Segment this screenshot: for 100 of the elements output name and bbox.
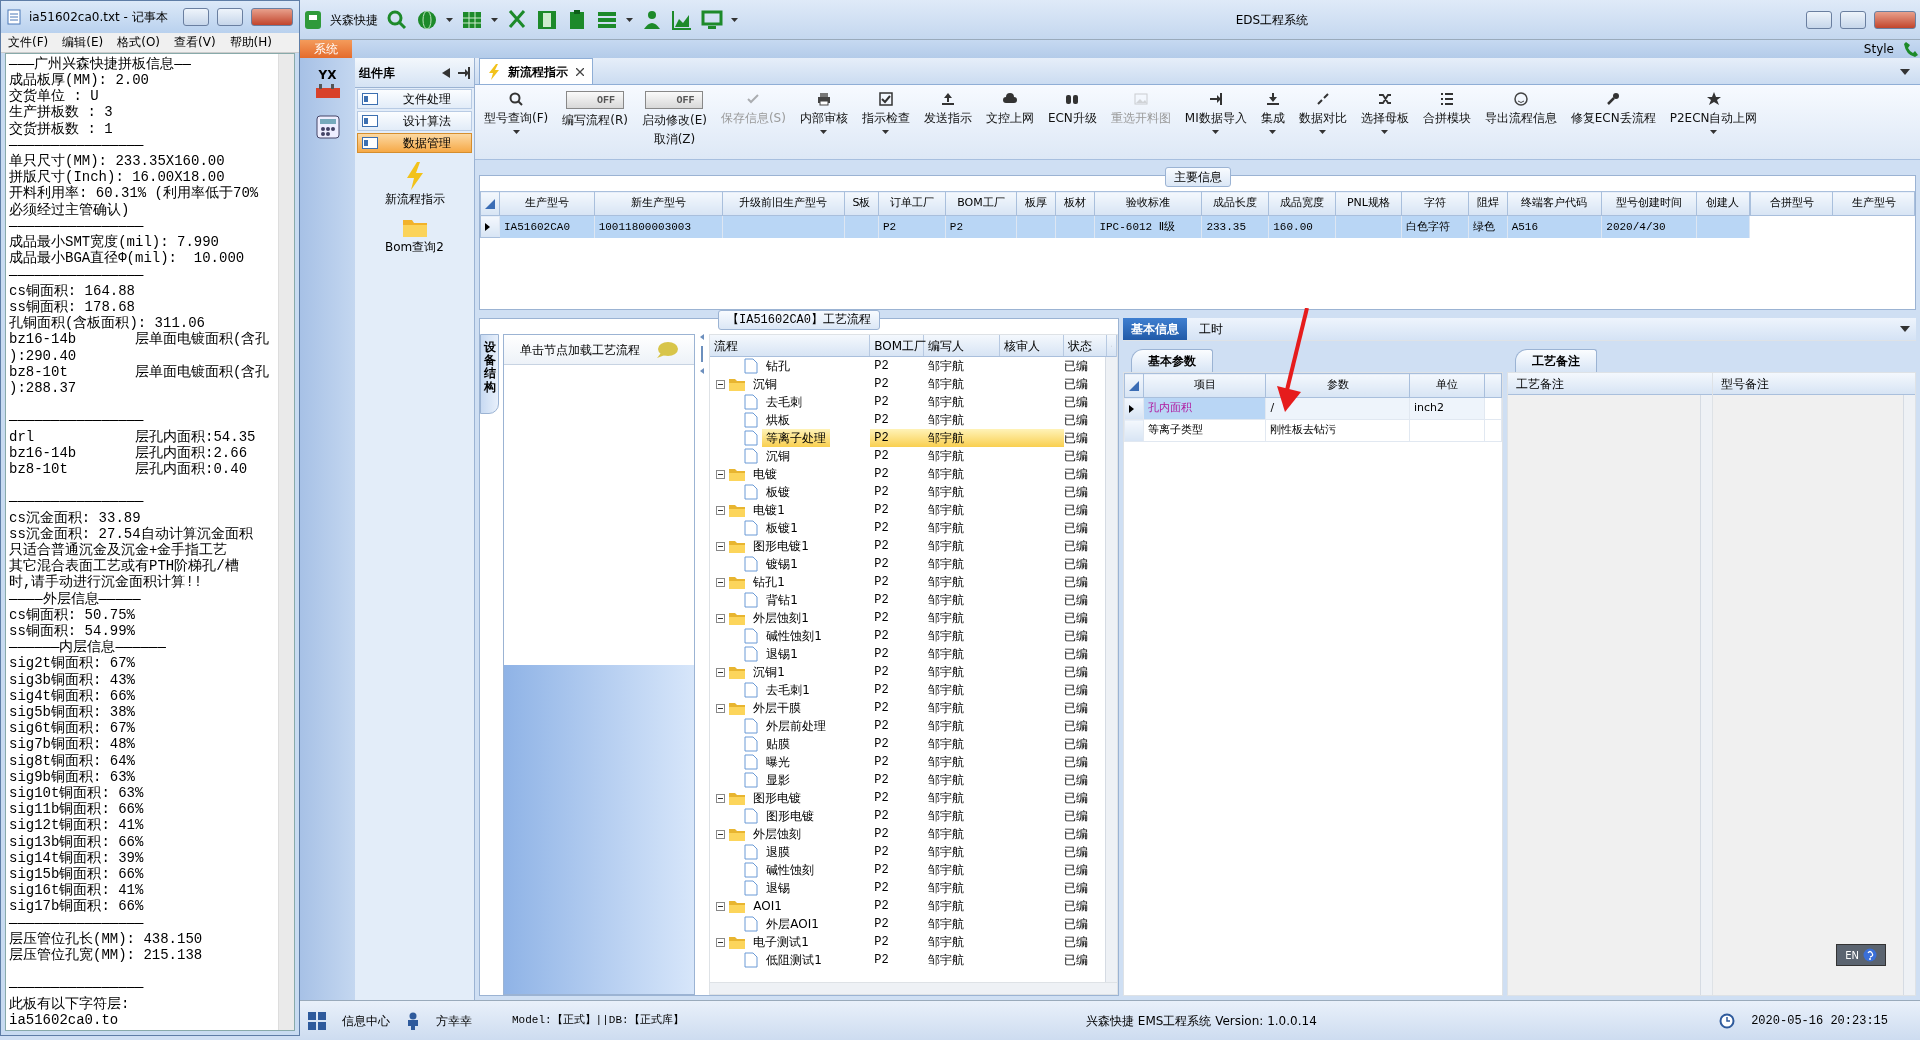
menu-item[interactable]: 查看(V) [167, 31, 223, 54]
column-header[interactable]: 合拼型号 [1750, 191, 1833, 216]
person-icon[interactable] [641, 8, 663, 31]
tree-row[interactable]: 电镀 P2 邹宇航 已编 [710, 465, 1105, 483]
collapse-icon[interactable] [716, 505, 726, 515]
launcher-label[interactable]: 新流程指示 [384, 190, 445, 208]
tree-row[interactable]: 去毛刺 P2 邹宇航 已编 [710, 393, 1105, 411]
table-row[interactable]: 孔内面积 / inch2 [1124, 397, 1502, 420]
toolbar-button[interactable]: 导出流程信息 [1479, 89, 1562, 128]
collapse-icon[interactable] [716, 469, 726, 479]
tree-row[interactable]: 图形电镀1 P2 邹宇航 已编 [710, 537, 1105, 555]
tree-row[interactable]: 退锡1 P2 邹宇航 已编 [710, 645, 1105, 663]
tree-row[interactable]: 电子测试1 P2 邹宇航 已编 [710, 933, 1105, 951]
close-button[interactable] [1874, 10, 1916, 29]
tree-row[interactable]: 图形电镀 P2 邹宇航 已编 [710, 789, 1105, 807]
dropdown-icon[interactable] [1900, 69, 1910, 75]
menu-item[interactable]: 帮助(H) [222, 31, 279, 54]
column-header[interactable]: 参数 [1266, 373, 1410, 398]
column-header[interactable]: 升级前旧生产型号 [722, 191, 845, 216]
collapse-icon[interactable] [716, 829, 726, 839]
menu-item[interactable]: 编辑(E) [55, 31, 111, 54]
tree-row[interactable]: 烘板 P2 邹宇航 已编 [710, 411, 1105, 429]
toggle-switch[interactable]: OFF 启动修改(E) 取消(Z) [636, 89, 712, 149]
toolbar-button[interactable]: MI数据导入 [1179, 89, 1252, 136]
minimize-button[interactable] [1806, 10, 1832, 29]
menu-item[interactable]: 格式(O) [110, 31, 168, 54]
toolbar-button[interactable]: 选择母板 [1355, 89, 1414, 136]
column-header[interactable]: 终端客户代码 [1507, 191, 1602, 216]
app-logo-icon[interactable] [304, 9, 322, 30]
tree-row[interactable]: 退锡 P2 邹宇航 已编 [710, 879, 1105, 897]
collapse-icon[interactable] [716, 577, 726, 587]
calculator-icon[interactable] [314, 114, 341, 140]
tree-row[interactable]: 沉铜 P2 邹宇航 已编 [710, 375, 1105, 393]
tree-row[interactable]: 低阻测试1 P2 邹宇航 已编 [710, 951, 1105, 969]
scrollbar[interactable] [710, 982, 1117, 994]
column-header[interactable]: 生产型号 [1832, 191, 1915, 216]
phone-icon[interactable] [1902, 40, 1920, 58]
scrollbar[interactable] [278, 53, 294, 1030]
column-header[interactable]: S板 [844, 191, 879, 216]
collapse-icon[interactable] [716, 901, 726, 911]
collapse-icon[interactable] [716, 937, 726, 947]
table-row[interactable]: 等离子类型 刚性板去钻污 [1124, 419, 1502, 442]
tree-row[interactable]: 钻孔1 P2 邹宇航 已编 [710, 573, 1105, 591]
column-header[interactable]: 新生产型号 [594, 191, 723, 216]
panel-item[interactable]: 数据管理 [357, 133, 472, 153]
scrollbar[interactable] [1903, 395, 1915, 995]
column-header[interactable]: 单位 [1409, 373, 1485, 398]
tree-row[interactable]: 曝光 P2 邹宇航 已编 [710, 753, 1105, 771]
collapse-icon[interactable] [716, 667, 726, 677]
toolbar-button[interactable]: 数据对比 [1293, 89, 1352, 136]
tree-row[interactable]: 碱性蚀刻1 P2 邹宇航 已编 [710, 627, 1105, 645]
close-icon[interactable] [576, 67, 584, 76]
pin-icon[interactable] [458, 66, 470, 79]
maximize-button[interactable] [217, 7, 243, 26]
tree-row[interactable]: 板镀1 P2 邹宇航 已编 [710, 519, 1105, 537]
tree-row[interactable]: 钻孔 P2 邹宇航 已编 [710, 357, 1105, 375]
style-menu[interactable]: Style [1863, 40, 1902, 58]
toolbar-button[interactable]: 指示检查 [856, 89, 915, 136]
toolbar-button[interactable]: 修复ECN丢流程 [1565, 89, 1661, 128]
toolbar-button[interactable]: ECN升级 [1042, 89, 1102, 128]
toolbar-button[interactable]: 内部审核 [794, 89, 853, 136]
tiles-icon[interactable] [308, 1011, 326, 1030]
tree-row[interactable]: 背钻1 P2 邹宇航 已编 [710, 591, 1105, 609]
tree-row[interactable]: 板镀 P2 邹宇航 已编 [710, 483, 1105, 501]
column-header[interactable]: 板材 [1055, 191, 1095, 216]
globe-icon[interactable] [416, 8, 438, 31]
toolbar-button[interactable]: 集成 [1255, 89, 1290, 136]
tree-row[interactable]: 退膜 P2 邹宇航 已编 [710, 843, 1105, 861]
column-header[interactable]: 字符 [1401, 191, 1469, 216]
column-header[interactable]: 成品宽度 [1268, 191, 1336, 216]
launcher-label[interactable]: Bom查询2 [385, 238, 444, 256]
tree-row[interactable]: 外层AOI1 P2 邹宇航 已编 [710, 915, 1105, 933]
panel-item[interactable]: 设计算法 [357, 111, 472, 131]
toolbar-button[interactable]: 发送指示 [918, 89, 977, 128]
minimize-button[interactable] [183, 7, 209, 26]
tree-row[interactable]: 图形电镀 P2 邹宇航 已编 [710, 807, 1105, 825]
tree-row[interactable]: 沉铜 P2 邹宇航 已编 [710, 447, 1105, 465]
document-tab[interactable]: 新流程指示 [479, 58, 593, 84]
column-header[interactable]: 验收标准 [1094, 191, 1202, 216]
tree-row[interactable]: 外层前处理 P2 邹宇航 已编 [710, 717, 1105, 735]
search-icon[interactable] [386, 8, 408, 31]
language-bar[interactable]: EN [1836, 944, 1886, 966]
menu-item[interactable]: 文件(F) [1, 31, 56, 54]
monitor-icon[interactable] [701, 8, 723, 31]
tree-row[interactable]: 外层蚀刻 P2 邹宇航 已编 [710, 825, 1105, 843]
table-row[interactable]: IA51602CA0 10011800003003 P2 P2 IPC-6012 Ⅱ级 233.35 160.00 白色字符 绿色 A516 2020/4/30 [480, 215, 1750, 238]
column-header[interactable]: 型号备注 [1712, 373, 1915, 395]
column-header[interactable]: 订单工厂 [878, 191, 946, 216]
maximize-button[interactable] [1840, 10, 1866, 29]
close-button[interactable] [251, 7, 293, 26]
dropdown-icon[interactable] [1900, 326, 1910, 332]
tree-row[interactable]: 沉铜1 P2 邹宇航 已编 [710, 663, 1105, 681]
scrollbar[interactable] [1105, 357, 1117, 982]
column-header[interactable]: 创建人 [1696, 191, 1750, 216]
side-tab[interactable]: 设备结构 [480, 334, 500, 414]
status-item[interactable]: 信息中心 [342, 1011, 390, 1030]
tree-row[interactable]: 碱性蚀刻 P2 邹宇航 已编 [710, 861, 1105, 879]
column-header[interactable]: 生产型号 [499, 191, 595, 216]
tab[interactable]: 工艺备注 [1515, 349, 1597, 372]
toolbar-button[interactable]: P2ECN自动上网 [1664, 89, 1763, 136]
